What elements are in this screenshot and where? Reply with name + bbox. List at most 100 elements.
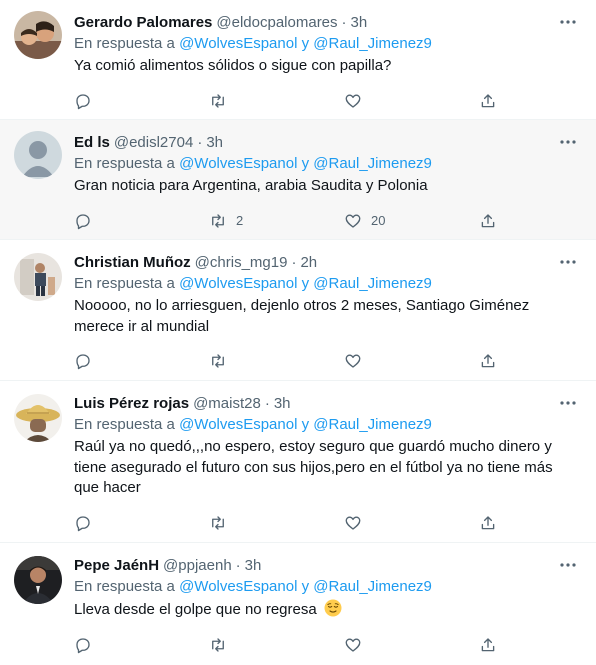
reply-context: En respuesta a @WolvesEspanol y @Raul_Ji… xyxy=(74,154,580,174)
heart-icon xyxy=(345,94,361,108)
reply-conjunction: y xyxy=(301,35,310,52)
timestamp[interactable]: 3h xyxy=(245,557,262,574)
share-button[interactable] xyxy=(479,514,497,532)
timestamp[interactable]: 3h xyxy=(206,134,223,151)
tweet-actions xyxy=(74,505,580,541)
mention-link-wolvesespanol[interactable]: @WolvesEspanol xyxy=(179,35,297,52)
share-button[interactable] xyxy=(479,352,497,370)
share-icon xyxy=(481,354,495,368)
reply-button[interactable] xyxy=(74,92,209,110)
retweet-button[interactable] xyxy=(209,92,344,110)
tweet-text: Lleva desde el golpe que no regresa xyxy=(74,601,317,618)
author-handle[interactable]: @edisl2704 xyxy=(114,134,193,151)
reply-thread: Gerardo Palomares @eldocpalomares · 3h E… xyxy=(0,0,596,665)
reply-icon xyxy=(76,515,90,531)
mention-link-wolvesespanol[interactable]: @WolvesEspanol xyxy=(179,416,297,433)
mention-link-raul-jimenez[interactable]: @Raul_Jimenez9 xyxy=(313,155,432,172)
reply-icon xyxy=(76,213,90,229)
separator-dot: · xyxy=(291,253,297,271)
avatar[interactable] xyxy=(14,131,62,179)
retweet-icon xyxy=(212,515,224,530)
author-name[interactable]: Luis Pérez rojas xyxy=(74,395,189,412)
reply-prefix: En respuesta a xyxy=(74,578,175,595)
separator-dot: · xyxy=(197,133,203,151)
like-button[interactable] xyxy=(344,636,479,654)
share-icon xyxy=(481,213,495,227)
retweet-icon xyxy=(212,637,224,652)
author-name[interactable]: Gerardo Palomares xyxy=(74,14,212,31)
avatar[interactable] xyxy=(14,11,62,59)
timestamp[interactable]: 3h xyxy=(351,14,368,31)
mention-link-raul-jimenez[interactable]: @Raul_Jimenez9 xyxy=(313,578,432,595)
tweet-4[interactable]: Pepe JaénH @ppjaenh · 3h En respuesta a … xyxy=(0,543,596,665)
timestamp[interactable]: 2h xyxy=(300,254,317,271)
more-icon xyxy=(560,563,576,567)
reply-context: En respuesta a @WolvesEspanol y @Raul_Ji… xyxy=(74,274,580,294)
more-options-button[interactable] xyxy=(554,555,582,575)
separator-dot: · xyxy=(264,394,270,412)
retweet-button[interactable] xyxy=(209,352,344,370)
heart-icon xyxy=(345,214,361,228)
more-options-button[interactable] xyxy=(554,252,582,272)
mention-link-raul-jimenez[interactable]: @Raul_Jimenez9 xyxy=(313,275,432,292)
share-button[interactable] xyxy=(479,636,497,654)
reply-conjunction: y xyxy=(301,155,310,172)
mention-link-raul-jimenez[interactable]: @Raul_Jimenez9 xyxy=(313,416,432,433)
mention-link-wolvesespanol[interactable]: @WolvesEspanol xyxy=(179,155,297,172)
like-button[interactable]: 20 xyxy=(344,212,479,230)
share-button[interactable] xyxy=(479,212,497,230)
author-name[interactable]: Christian Muñoz xyxy=(74,254,191,271)
share-button[interactable] xyxy=(479,92,497,110)
like-count: 20 xyxy=(371,213,386,228)
like-button[interactable] xyxy=(344,92,479,110)
reply-conjunction: y xyxy=(301,578,310,595)
tweet-actions xyxy=(74,627,580,663)
author-handle[interactable]: @ppjaenh xyxy=(163,557,232,574)
mention-link-raul-jimenez[interactable]: @Raul_Jimenez9 xyxy=(313,35,432,52)
like-button[interactable] xyxy=(344,514,479,532)
author-handle[interactable]: @maist28 xyxy=(193,395,261,412)
retweet-button[interactable] xyxy=(209,636,344,654)
reply-context: En respuesta a @WolvesEspanol y @Raul_Ji… xyxy=(74,34,580,54)
author-handle[interactable]: @eldocpalomares xyxy=(216,14,337,31)
avatar[interactable] xyxy=(14,253,62,301)
retweet-count: 2 xyxy=(236,213,244,228)
reply-button[interactable] xyxy=(74,514,209,532)
reply-button[interactable] xyxy=(74,636,209,654)
retweet-button[interactable]: 2 xyxy=(209,212,344,230)
heart-icon xyxy=(345,516,361,530)
author-name[interactable]: Pepe JaénH xyxy=(74,557,159,574)
tweet-3[interactable]: Luis Pérez rojas @maist28 · 3h En respue… xyxy=(0,381,596,543)
like-button[interactable] xyxy=(344,352,479,370)
tweet-actions xyxy=(74,83,580,119)
reply-icon xyxy=(76,637,90,653)
reply-icon xyxy=(76,354,90,370)
reply-button[interactable] xyxy=(74,212,209,230)
author-name[interactable]: Ed ls xyxy=(74,134,110,151)
timestamp[interactable]: 3h xyxy=(274,395,291,412)
more-options-button[interactable] xyxy=(554,393,582,413)
share-icon xyxy=(481,93,495,107)
tweet-1[interactable]: Ed ls @edisl2704 · 3h En respuesta a @Wo… xyxy=(0,120,596,240)
author-handle[interactable]: @chris_mg19 xyxy=(195,254,288,271)
reply-button[interactable] xyxy=(74,352,209,370)
tweet-text: Ya comió alimentos sólidos o sigue con p… xyxy=(74,57,392,74)
avatar[interactable] xyxy=(14,394,62,442)
more-icon xyxy=(560,260,576,264)
mention-link-wolvesespanol[interactable]: @WolvesEspanol xyxy=(179,578,297,595)
more-icon xyxy=(560,401,576,405)
more-icon xyxy=(560,20,576,24)
tweet-actions xyxy=(74,343,580,379)
retweet-icon xyxy=(212,354,224,368)
mention-link-wolvesespanol[interactable]: @WolvesEspanol xyxy=(179,275,297,292)
retweet-button[interactable] xyxy=(209,514,344,532)
tweet-2[interactable]: Christian Muñoz @chris_mg19 · 2h En resp… xyxy=(0,240,596,381)
retweet-icon xyxy=(212,93,224,108)
reply-prefix: En respuesta a xyxy=(74,35,175,52)
reply-prefix: En respuesta a xyxy=(74,155,175,172)
more-options-button[interactable] xyxy=(554,132,582,152)
avatar[interactable] xyxy=(14,556,62,604)
more-options-button[interactable] xyxy=(554,12,582,32)
reply-icon xyxy=(76,93,90,109)
tweet-0[interactable]: Gerardo Palomares @eldocpalomares · 3h E… xyxy=(0,0,596,120)
